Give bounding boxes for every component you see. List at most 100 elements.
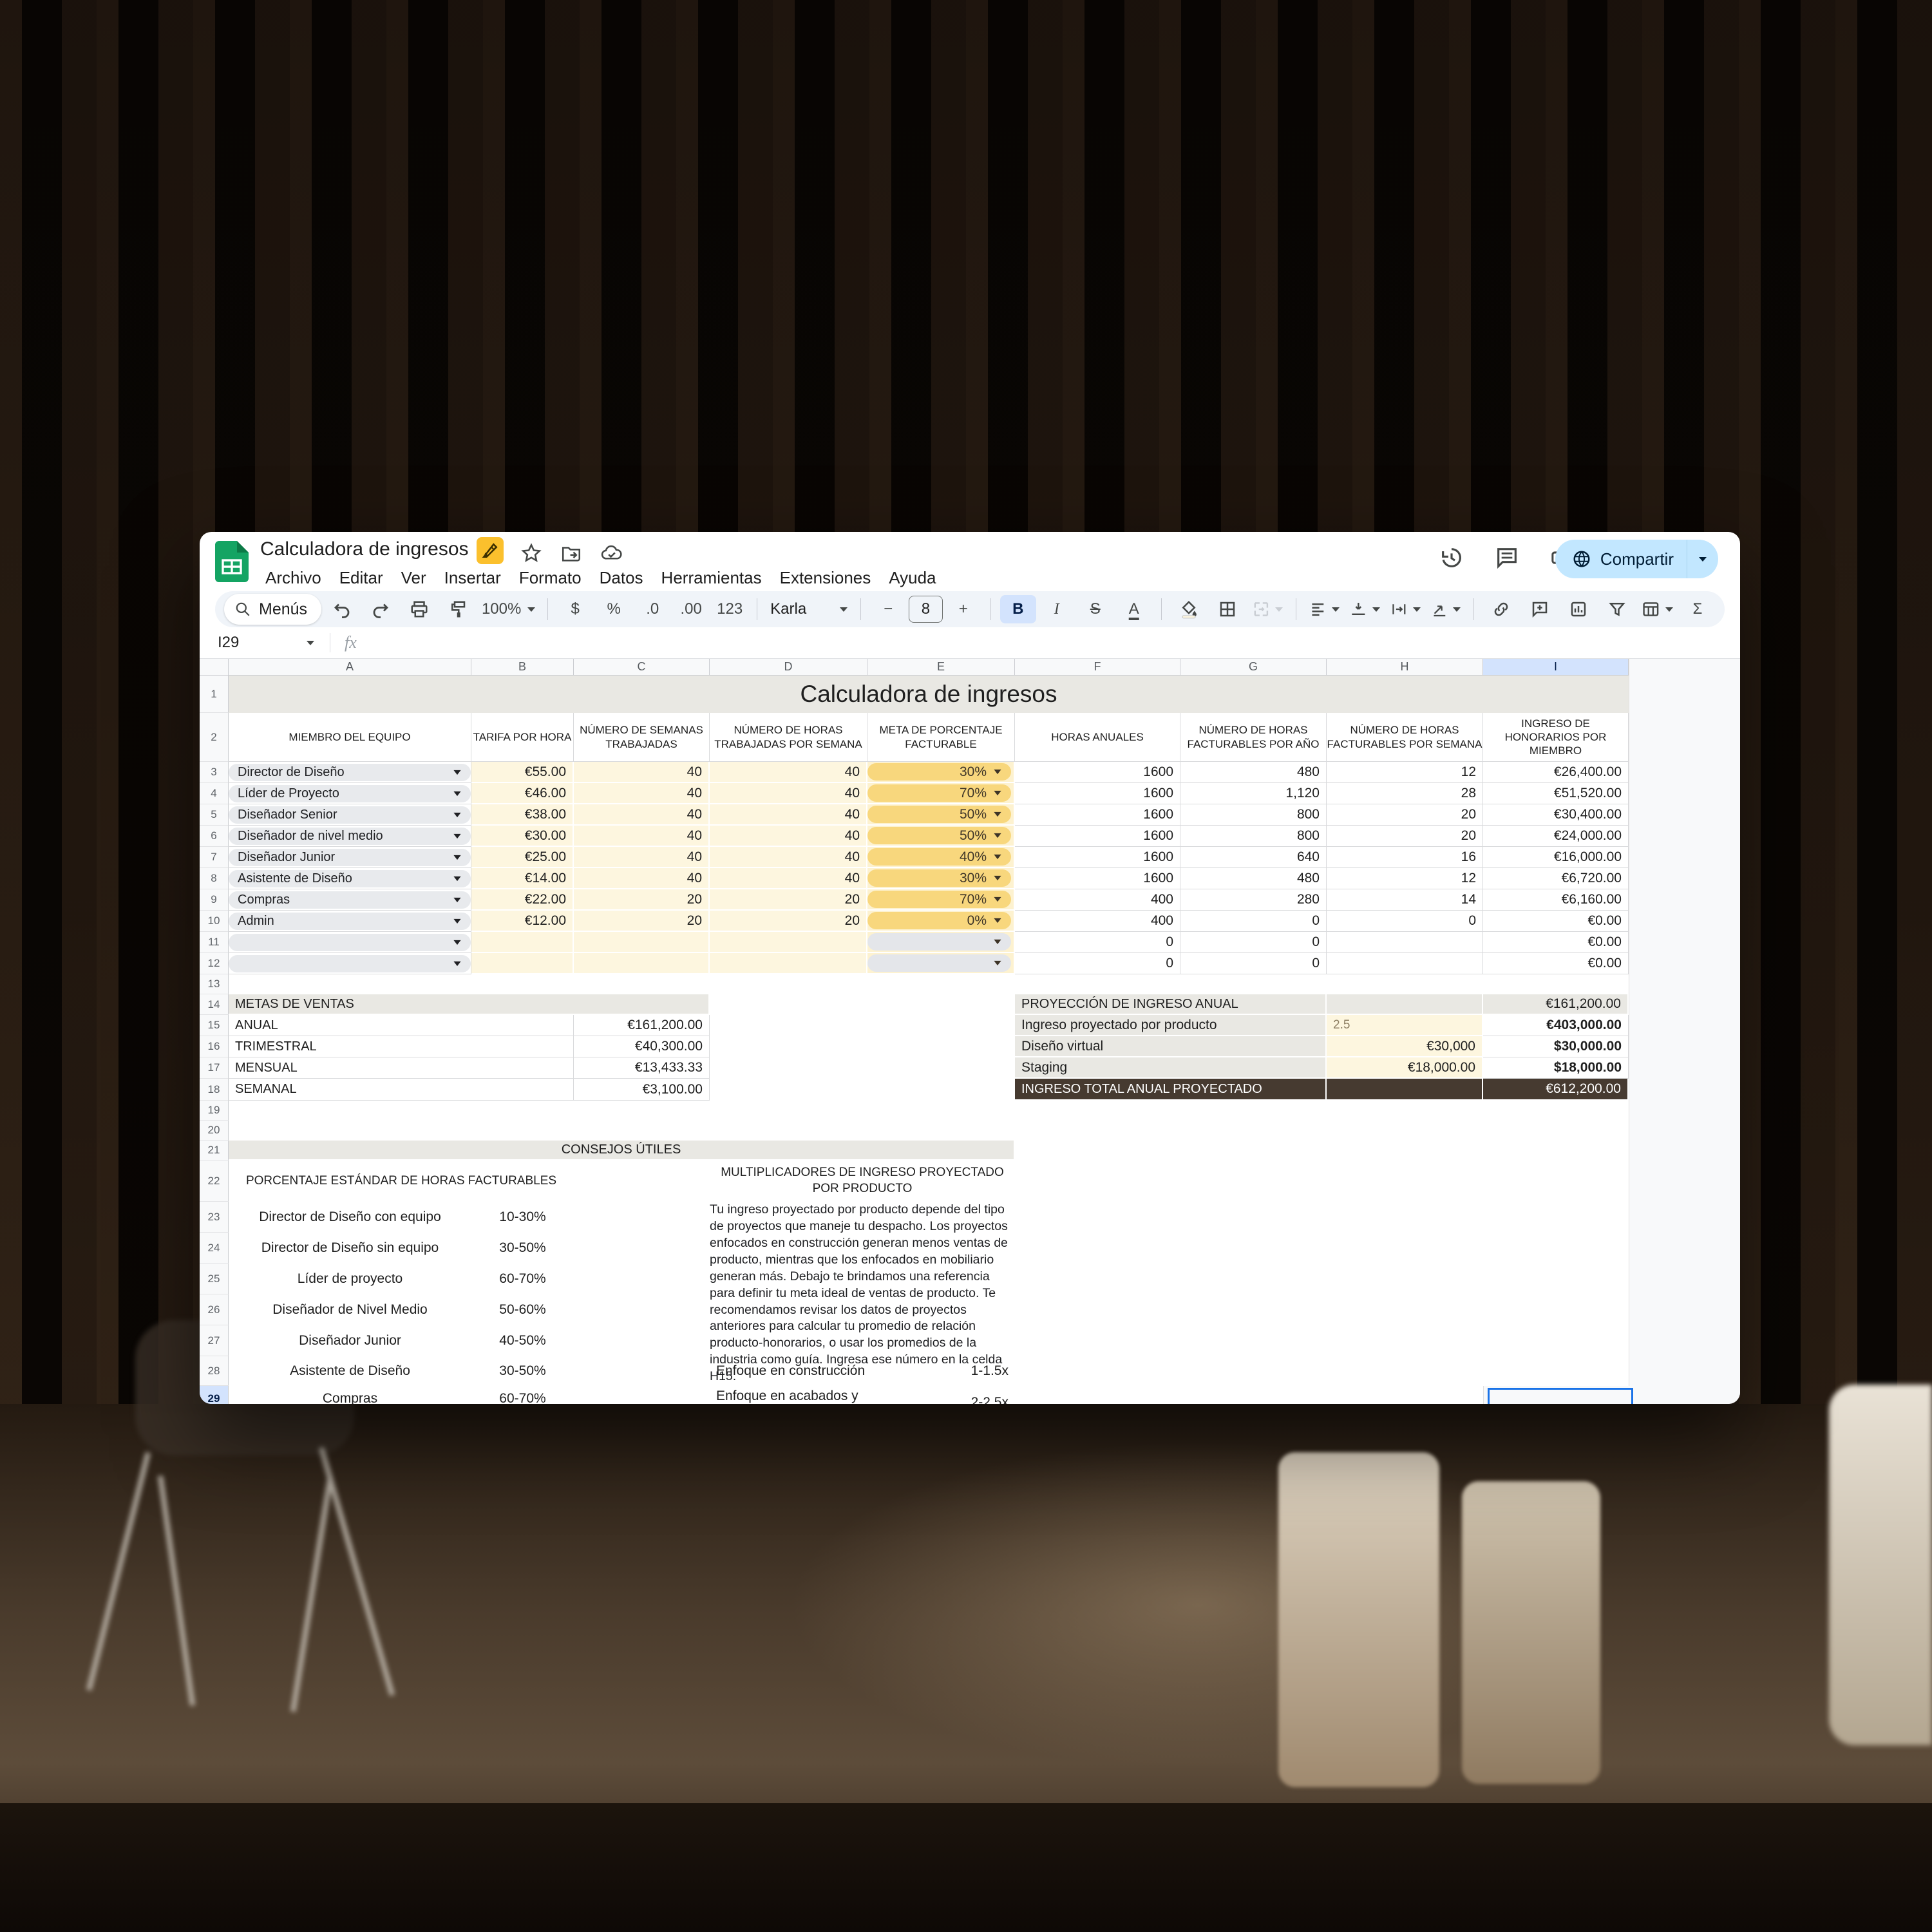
vertical-align-button[interactable] <box>1346 595 1384 623</box>
consejo-pct[interactable]: 10-30% <box>471 1202 574 1233</box>
member-cell[interactable]: Diseñador de nivel medio <box>229 826 471 847</box>
merge-cells-button[interactable] <box>1248 595 1287 623</box>
member-cell[interactable]: Asistente de Diseño <box>229 868 471 889</box>
menu-ver[interactable]: Ver <box>392 565 435 591</box>
hours-week-cell[interactable]: 20 <box>710 889 867 911</box>
row-number-7[interactable]: 7 <box>200 847 229 868</box>
member-cell[interactable]: Director de Diseño <box>229 762 471 783</box>
pct-dropdown[interactable] <box>867 954 1011 972</box>
weeks-cell[interactable]: 40 <box>574 868 710 889</box>
table-views-button[interactable] <box>1638 595 1677 623</box>
name-box[interactable]: I29 <box>206 634 323 652</box>
pct-dropdown[interactable]: 50% <box>867 827 1011 844</box>
borders-button[interactable] <box>1209 595 1245 623</box>
rate-cell[interactable]: €38.00 <box>471 804 574 826</box>
weeks-cell[interactable]: 40 <box>574 762 710 783</box>
weeks-cell[interactable]: 40 <box>574 826 710 847</box>
row-number-1[interactable]: 1 <box>200 676 229 713</box>
row-number-21[interactable]: 21 <box>200 1141 229 1160</box>
select-all-corner[interactable] <box>200 659 229 676</box>
functions-button[interactable]: Σ <box>1680 595 1716 623</box>
annual-hours-cell[interactable]: 1600 <box>1015 826 1180 847</box>
billable-week-cell[interactable]: 28 <box>1327 783 1483 804</box>
menu-herramientas[interactable]: Herramientas <box>652 565 771 591</box>
pct-dropdown[interactable]: 30% <box>867 763 1011 781</box>
rate-cell[interactable]: €30.00 <box>471 826 574 847</box>
column-header-e[interactable]: E <box>867 659 1015 676</box>
weeks-cell[interactable]: 20 <box>574 911 710 932</box>
row-number-24[interactable]: 24 <box>200 1233 229 1264</box>
header-tarifa[interactable]: TARIFA POR HORA <box>471 713 574 762</box>
member-dropdown[interactable] <box>229 955 471 972</box>
strikethrough-button[interactable]: S <box>1077 595 1113 623</box>
rate-cell[interactable]: €55.00 <box>471 762 574 783</box>
member-dropdown[interactable]: Asistente de Diseño <box>229 870 471 887</box>
member-cell[interactable] <box>229 932 471 953</box>
insert-link-button[interactable] <box>1483 595 1519 623</box>
proyeccion-value[interactable]: $18,000.00 <box>1483 1057 1629 1079</box>
consejo-rol[interactable]: Compras <box>229 1386 471 1404</box>
proyeccion-label[interactable]: Ingreso proyectado por producto <box>1015 1015 1327 1036</box>
pct-dropdown[interactable]: 70% <box>867 784 1011 802</box>
fill-color-button[interactable] <box>1171 595 1207 623</box>
consejo-rol[interactable]: Diseñador Junior <box>229 1325 471 1356</box>
menu-archivo[interactable]: Archivo <box>256 565 330 591</box>
bold-button[interactable]: B <box>1000 595 1036 623</box>
metas-value[interactable]: €3,100.00 <box>574 1079 710 1101</box>
empty-cell[interactable] <box>1015 1141 1629 1160</box>
column-header-a[interactable]: A <box>229 659 471 676</box>
metas-value[interactable]: €13,433.33 <box>574 1057 710 1079</box>
menu-editar[interactable]: Editar <box>330 565 392 591</box>
metas-label[interactable]: SEMANAL <box>229 1079 574 1101</box>
hours-week-cell[interactable]: 40 <box>710 868 867 889</box>
billable-week-cell[interactable]: 14 <box>1327 889 1483 911</box>
billable-week-cell[interactable]: 20 <box>1327 826 1483 847</box>
insert-chart-button[interactable] <box>1560 595 1596 623</box>
annual-hours-cell[interactable]: 1600 <box>1015 762 1180 783</box>
hours-week-cell[interactable]: 40 <box>710 783 867 804</box>
row-number-2[interactable]: 2 <box>200 713 229 762</box>
menu-insertar[interactable]: Insertar <box>435 565 510 591</box>
header-meta-pct[interactable]: META DE PORCENTAJE FACTURABLE <box>867 713 1015 762</box>
annual-hours-cell[interactable]: 0 <box>1015 953 1180 974</box>
row-number-6[interactable]: 6 <box>200 826 229 847</box>
print-button[interactable] <box>401 595 437 623</box>
proyeccion-input[interactable]: €18,000.00 <box>1327 1057 1483 1079</box>
consejo-pct[interactable]: 40-50% <box>471 1325 574 1356</box>
consejo-pct[interactable]: 60-70% <box>471 1386 574 1404</box>
member-cell[interactable]: Admin <box>229 911 471 932</box>
row-number-17[interactable]: 17 <box>200 1057 229 1079</box>
header-fact-semana[interactable]: NÚMERO DE HORAS FACTURABLES POR SEMANA <box>1327 713 1483 762</box>
horizontal-align-button[interactable] <box>1305 595 1343 623</box>
metas-value[interactable]: €161,200.00 <box>574 1015 710 1036</box>
pct-cell[interactable]: 30% <box>867 868 1015 889</box>
consejo-rol[interactable]: Líder de proyecto <box>229 1264 471 1294</box>
metas-label[interactable]: TRIMESTRAL <box>229 1036 574 1057</box>
weeks-cell[interactable]: 40 <box>574 783 710 804</box>
weeks-cell[interactable]: 40 <box>574 847 710 868</box>
empty-cell[interactable] <box>710 1079 1015 1101</box>
pct-cell[interactable]: 70% <box>867 783 1015 804</box>
member-dropdown[interactable]: Diseñador de nivel medio <box>229 828 471 845</box>
rate-cell[interactable]: €46.00 <box>471 783 574 804</box>
proyeccion-label[interactable]: Diseño virtual <box>1015 1036 1327 1057</box>
column-header-f[interactable]: F <box>1015 659 1180 676</box>
billable-year-cell[interactable]: 0 <box>1180 932 1327 953</box>
empty-row[interactable] <box>229 974 1629 994</box>
annual-hours-cell[interactable]: 1600 <box>1015 804 1180 826</box>
member-dropdown[interactable]: Líder de Proyecto <box>229 785 471 802</box>
consejo-rol[interactable]: Director de Diseño sin equipo <box>229 1233 471 1264</box>
row-number-16[interactable]: 16 <box>200 1036 229 1057</box>
italic-button[interactable]: I <box>1039 595 1075 623</box>
empty-row[interactable] <box>229 1121 1629 1141</box>
annual-hours-cell[interactable]: 1600 <box>1015 868 1180 889</box>
income-cell[interactable]: €30,400.00 <box>1483 804 1629 826</box>
member-cell[interactable]: Diseñador Senior <box>229 804 471 826</box>
empty-cell[interactable] <box>710 1015 1015 1036</box>
metas-title[interactable]: METAS DE VENTAS <box>229 994 710 1015</box>
pct-cell[interactable] <box>867 953 1015 974</box>
row-number-25[interactable]: 25 <box>200 1264 229 1294</box>
rate-cell[interactable]: €14.00 <box>471 868 574 889</box>
income-cell[interactable]: €6,160.00 <box>1483 889 1629 911</box>
proyeccion-total-mid[interactable] <box>1327 1079 1483 1101</box>
